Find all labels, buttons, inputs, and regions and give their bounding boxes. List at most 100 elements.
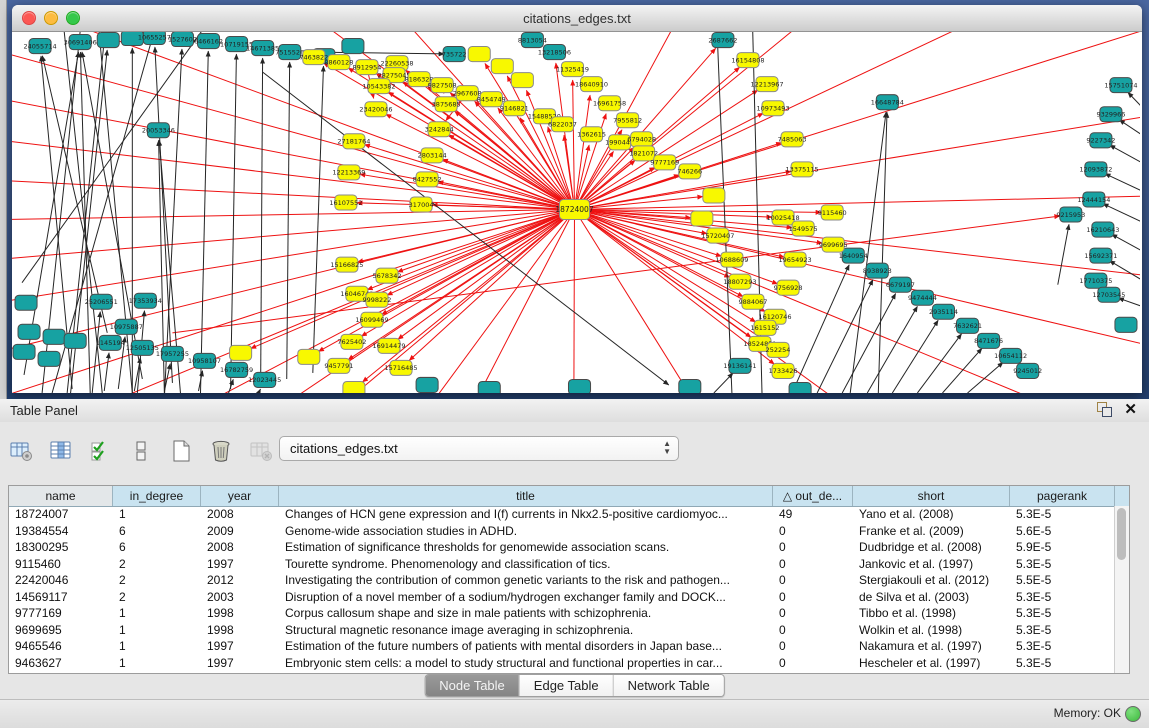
graph-node[interactable]: 17353934 <box>129 293 162 308</box>
black-edge[interactable] <box>104 353 109 391</box>
graph-node[interactable]: 1362615 <box>577 127 606 142</box>
table-row[interactable]: 946554611997Estimation of the future num… <box>9 638 1115 655</box>
graph-node[interactable] <box>38 351 60 366</box>
table-cell[interactable]: 0 <box>773 656 853 670</box>
graph-node[interactable]: 7632621 <box>953 318 982 333</box>
graph-node[interactable]: 12213369 <box>332 165 365 180</box>
graph-node[interactable]: 735722 <box>442 47 467 62</box>
black-edge[interactable] <box>878 112 887 393</box>
graph-node[interactable]: 9777169 <box>650 155 679 170</box>
graph-node[interactable]: 1145194 <box>96 335 125 350</box>
graph-node[interactable]: 7485063 <box>778 132 807 147</box>
scrollbar-thumb[interactable] <box>1117 508 1126 560</box>
table-cell[interactable]: 2009 <box>201 524 279 538</box>
column-header-in_degree[interactable]: in_degree <box>113 486 201 506</box>
graph-node[interactable] <box>416 377 438 392</box>
black-edge[interactable] <box>1110 145 1140 164</box>
graph-node[interactable]: 8471676 <box>974 333 1003 348</box>
graph-node[interactable] <box>703 188 725 203</box>
table-cell[interactable]: 0 <box>773 606 853 620</box>
graph-node[interactable]: 24055714 <box>24 39 57 54</box>
graph-node[interactable]: 11325419 <box>556 62 589 77</box>
graph-node[interactable]: 10654112 <box>994 348 1027 363</box>
graph-node[interactable] <box>478 381 500 393</box>
graph-node[interactable]: 10958107 <box>188 353 221 368</box>
new-column-icon[interactable] <box>168 438 194 464</box>
graph-node[interactable] <box>97 33 119 48</box>
red-edge[interactable] <box>574 32 1140 209</box>
table-cell[interactable]: 1997 <box>201 557 279 571</box>
graph-node[interactable]: 18724007 <box>555 199 593 219</box>
table-cell[interactable]: 5.3E-5 <box>1010 590 1115 604</box>
table-header-row[interactable]: namein_degreeyeartitle△ out_de...shortpa… <box>9 486 1129 507</box>
table-cell[interactable]: Hescheler et al. (1997) <box>853 656 1010 670</box>
table-body[interactable]: 1872400712008Changes of HCN gene express… <box>9 506 1115 673</box>
red-edge[interactable] <box>574 92 1140 209</box>
red-edge[interactable] <box>574 209 1140 372</box>
table-cell[interactable]: Estimation of the future numbers of pati… <box>279 639 773 653</box>
graph-node[interactable]: 16782759 <box>220 362 253 377</box>
graph-node[interactable]: 16099469 <box>355 312 388 327</box>
black-edge[interactable] <box>1112 234 1140 252</box>
table-cell[interactable]: 0 <box>773 540 853 554</box>
table-cell[interactable]: 1 <box>113 623 201 637</box>
black-edge[interactable] <box>201 51 209 393</box>
graph-node[interactable] <box>230 345 252 360</box>
graph-node[interactable]: 17710375 <box>1079 273 1112 288</box>
table-selector-dropdown[interactable]: citations_edges.txt ▲▼ <box>279 436 679 461</box>
tab-edge-table[interactable]: Edge Table <box>520 675 614 696</box>
graph-node[interactable]: 9329966 <box>1096 107 1125 122</box>
network-canvas[interactable]: 1872400724055714306914061065525715276026… <box>12 32 1142 393</box>
tab-node-table[interactable]: Node Table <box>425 675 520 696</box>
graph-node[interactable]: 1527602 <box>168 32 197 47</box>
table-row[interactable]: 969969511998Structural magnetic resonanc… <box>9 622 1115 639</box>
table-cell[interactable]: Disruption of a novel member of a sodium… <box>279 590 773 604</box>
table-cell[interactable]: 9777169 <box>9 606 113 620</box>
close-panel-icon[interactable]: ✕ <box>1124 402 1137 417</box>
graph-node[interactable]: 317004 <box>409 197 434 212</box>
table-cell[interactable]: 5.3E-5 <box>1010 656 1115 670</box>
table-cell[interactable]: Nakamura et al. (1997) <box>853 639 1010 653</box>
graph-node[interactable]: 2935114 <box>929 304 958 319</box>
black-edge[interactable] <box>867 306 917 393</box>
table-cell[interactable]: Estimation of significance thresholds fo… <box>279 540 773 554</box>
node-table[interactable]: namein_degreeyeartitle△ out_de...shortpa… <box>8 485 1130 674</box>
black-edge[interactable] <box>155 47 173 383</box>
table-cell[interactable]: 18300295 <box>9 540 113 554</box>
table-cell[interactable]: Wolkin et al. (1998) <box>853 623 1010 637</box>
table-cell[interactable]: 9465546 <box>9 639 113 653</box>
graph-node[interactable]: 5678342 <box>373 268 402 283</box>
graph-node[interactable]: 9227342 <box>1086 133 1115 148</box>
table-cell[interactable]: 1 <box>113 606 201 620</box>
table-cell[interactable]: de Silva et al. (2003) <box>853 590 1010 604</box>
graph-node[interactable]: 16154808 <box>731 53 764 68</box>
black-edge[interactable] <box>817 280 873 393</box>
graph-node[interactable] <box>15 295 37 310</box>
column-header-short[interactable]: short <box>853 486 1010 506</box>
table-cell[interactable]: Tourette syndrome. Phenomenology and cla… <box>279 557 773 571</box>
graph-node[interactable]: 2687662 <box>708 33 737 48</box>
tab-network-table[interactable]: Network Table <box>614 675 724 696</box>
graph-node[interactable]: 7625402 <box>337 334 366 349</box>
graph-node[interactable] <box>691 211 713 226</box>
table-cell[interactable]: 9115460 <box>9 557 113 571</box>
black-edge[interactable] <box>42 56 107 333</box>
network-view-window[interactable]: citations_edges.txt 18724007240557143069… <box>12 5 1142 393</box>
graph-node[interactable] <box>64 333 86 348</box>
table-cell[interactable]: 2 <box>113 573 201 587</box>
graph-node[interactable] <box>13 344 35 359</box>
column-header-out_de[interactable]: △ out_de... <box>773 486 853 506</box>
table-cell[interactable]: 1998 <box>201 623 279 637</box>
graph-node[interactable]: 10975887 <box>110 319 143 334</box>
table-cell[interactable]: 1998 <box>201 606 279 620</box>
table-cell[interactable]: Changes of HCN gene expression and I(f) … <box>279 507 773 521</box>
column-header-year[interactable]: year <box>201 486 279 506</box>
graph-node[interactable]: 1615152 <box>751 320 780 335</box>
table-cell[interactable]: 2003 <box>201 590 279 604</box>
table-cell[interactable]: 1 <box>113 507 201 521</box>
graph-node[interactable]: 10973493 <box>756 101 789 116</box>
table-cell[interactable]: 49 <box>773 507 853 521</box>
graph-node[interactable] <box>342 39 364 54</box>
column-header-name[interactable]: name <box>9 486 113 506</box>
graph-node[interactable]: 6822037 <box>548 117 577 132</box>
